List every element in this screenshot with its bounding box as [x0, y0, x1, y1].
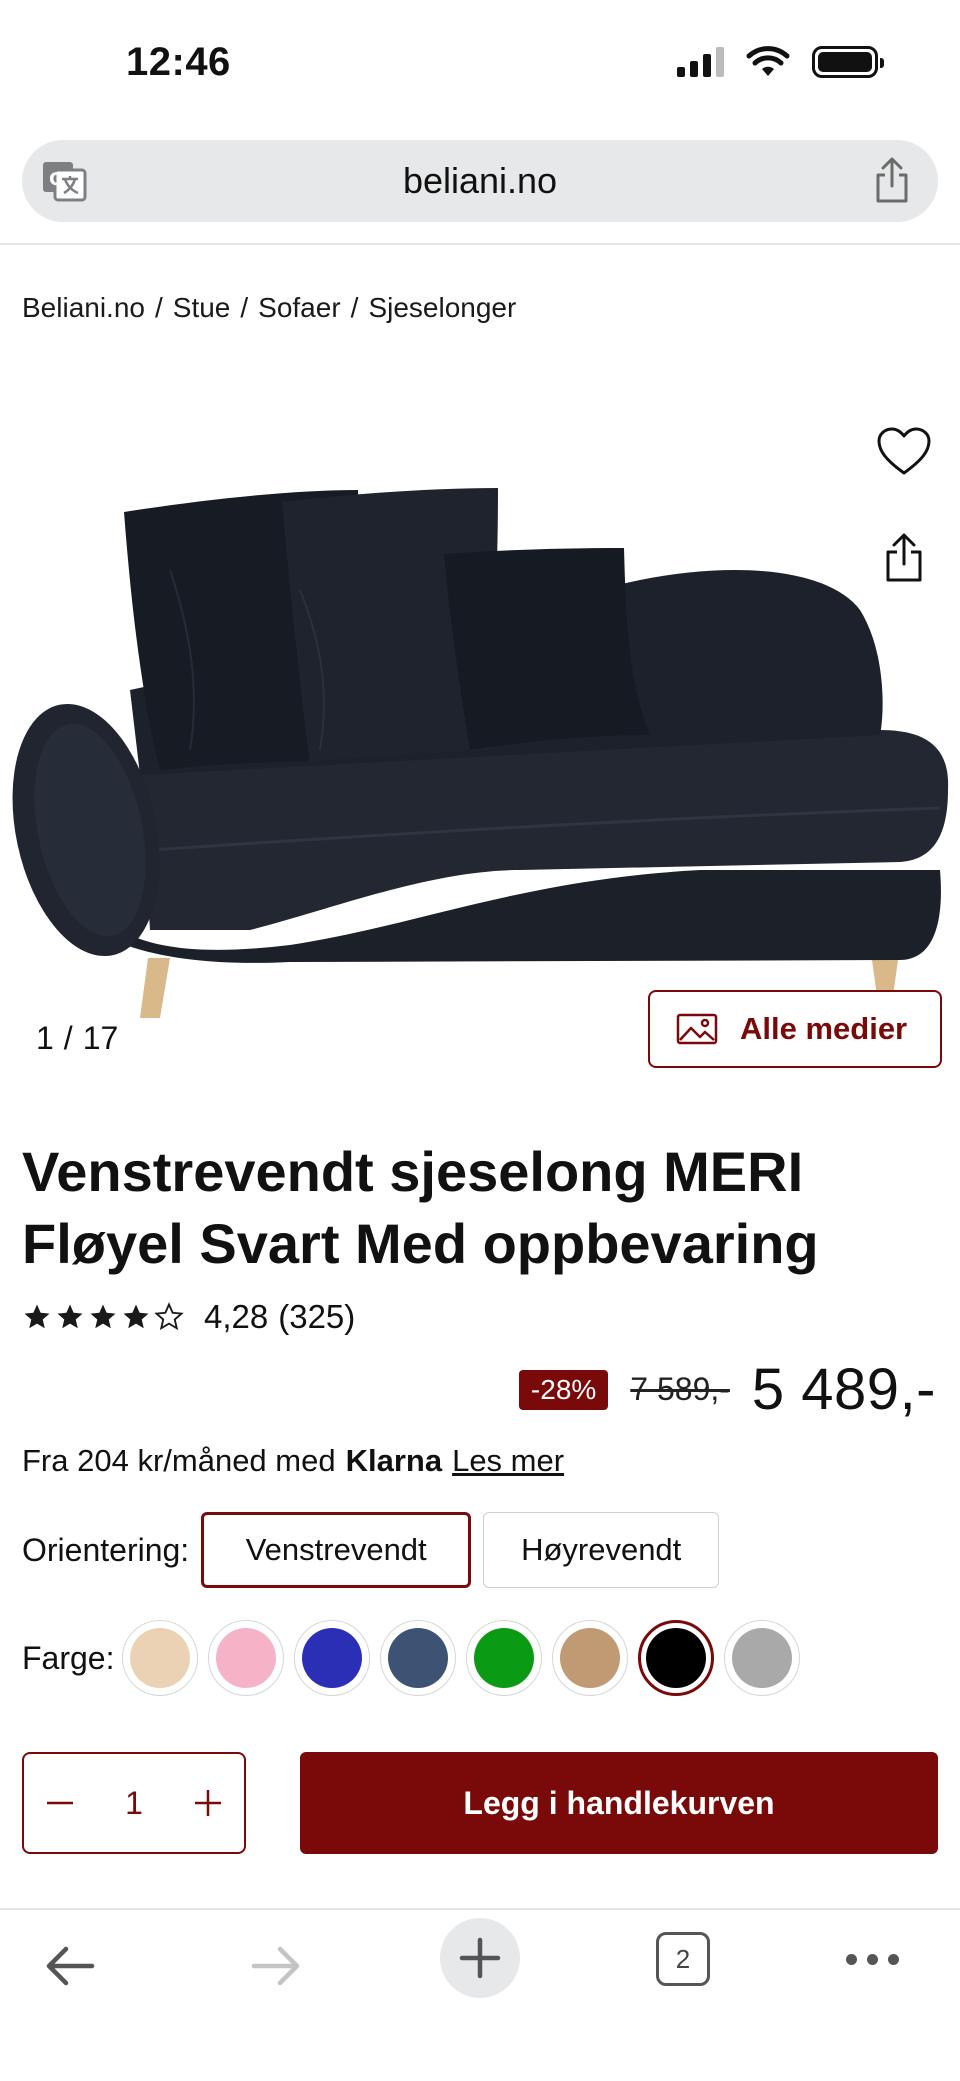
star-empty-icon: [154, 1302, 184, 1331]
color-swatch[interactable]: [208, 1620, 285, 1696]
share-icon[interactable]: [872, 156, 912, 204]
color-swatch[interactable]: [638, 1620, 715, 1696]
breadcrumb-item-home[interactable]: Beliani.no: [22, 292, 145, 324]
status-icons: [677, 46, 884, 78]
color-swatches: [122, 1620, 801, 1696]
rating-value: 4,28: [204, 1298, 269, 1335]
product-image[interactable]: [0, 390, 960, 1030]
color-swatch-fill: [388, 1628, 449, 1688]
sofa-leg: [140, 958, 170, 1018]
address-bar[interactable]: G beliani.no: [22, 140, 938, 222]
product-gallery[interactable]: 1 / 17 Alle medier: [0, 390, 960, 1090]
color-swatch-fill: [646, 1628, 707, 1688]
old-price: 7 589,-: [630, 1371, 730, 1407]
wifi-icon: [746, 46, 790, 76]
minus-icon: [47, 1801, 73, 1805]
battery-icon: [812, 46, 884, 78]
add-to-cart-button[interactable]: Legg i handlekurven: [300, 1752, 938, 1854]
orientation-selector: Orientering: Venstrevendt Høyrevendt: [22, 1512, 720, 1588]
breadcrumb-separator: /: [240, 292, 249, 323]
klarna-logo: Klarna: [345, 1443, 443, 1478]
breadcrumb-item-sofaer[interactable]: Sofaer: [258, 292, 341, 324]
color-swatch[interactable]: [724, 1620, 801, 1696]
quantity-value[interactable]: 1: [125, 1785, 143, 1822]
color-swatch[interactable]: [466, 1620, 543, 1696]
divider: [0, 243, 960, 245]
product-title: Venstrevendt sjeselong MERI Fløyel Svart…: [22, 1140, 819, 1275]
new-tab-button[interactable]: [440, 1918, 520, 1998]
color-selector: Farge:: [22, 1620, 801, 1696]
color-swatch-fill: [474, 1628, 535, 1688]
gallery-current: 1: [36, 1020, 54, 1056]
star-full-icon: [57, 1304, 83, 1329]
star-full-icon: [90, 1304, 116, 1329]
url-text[interactable]: beliani.no: [22, 160, 938, 202]
gallery-total: 17: [82, 1020, 119, 1056]
gallery-counter: 1 / 17: [36, 1020, 118, 1057]
breadcrumb-separator: /: [154, 292, 163, 323]
color-swatch-fill: [216, 1628, 277, 1688]
color-swatch-fill: [130, 1628, 191, 1688]
current-price: 5 489,-: [751, 1357, 936, 1422]
product-rating[interactable]: 4,28 (325): [22, 1298, 355, 1336]
review-count[interactable]: (325): [278, 1298, 355, 1336]
browser-toolbar: 2: [0, 1910, 960, 2081]
color-swatch[interactable]: [380, 1620, 457, 1696]
klarna-text: Fra 204 kr/måned med: [22, 1443, 336, 1478]
breadcrumb-item-stue[interactable]: Stue: [173, 292, 231, 324]
all-media-label: Alle medier: [740, 1011, 908, 1046]
all-media-button[interactable]: Alle medier: [648, 990, 942, 1068]
increase-quantity-button[interactable]: [188, 1783, 228, 1823]
gallery-separator: /: [63, 1020, 73, 1056]
price-row: -28% 7 589,- 5 489,-: [518, 1356, 936, 1423]
star-full-icon: [24, 1304, 50, 1329]
klarna-financing: Fra 204 kr/måned med Klarna Les mer: [22, 1443, 564, 1479]
color-swatch[interactable]: [122, 1620, 199, 1696]
discount-badge: -28%: [518, 1369, 609, 1410]
back-arrow-icon[interactable]: [42, 1938, 98, 1994]
orientation-option-left[interactable]: Venstrevendt: [201, 1512, 472, 1588]
rating-stars: [22, 1302, 184, 1332]
quantity-stepper: 1: [22, 1752, 246, 1854]
plus-icon: [194, 1790, 221, 1816]
heart-icon[interactable]: [876, 426, 932, 478]
cellular-signal-icon: [677, 47, 724, 77]
plus-icon: [459, 1937, 501, 1979]
share-icon[interactable]: [882, 532, 926, 584]
orientation-option-right[interactable]: Høyrevendt: [483, 1512, 720, 1588]
color-swatch[interactable]: [294, 1620, 371, 1696]
status-time: 12:46: [126, 40, 231, 84]
forward-arrow-icon[interactable]: [248, 1938, 304, 1994]
breadcrumb-item-sjeselonger[interactable]: Sjeselonger: [368, 292, 516, 324]
image-icon: [676, 1013, 718, 1045]
star-full-icon: [123, 1304, 149, 1329]
color-swatch-fill: [302, 1628, 363, 1688]
color-swatch-fill: [560, 1628, 621, 1688]
tabs-button[interactable]: 2: [656, 1932, 710, 1986]
more-icon[interactable]: [846, 1954, 899, 1965]
color-swatch[interactable]: [552, 1620, 629, 1696]
color-label: Farge:: [22, 1639, 115, 1676]
orientation-label: Orientering:: [22, 1531, 190, 1568]
breadcrumb-separator: /: [350, 292, 359, 323]
color-swatch-fill: [732, 1628, 793, 1688]
breadcrumb: Beliani.no / Stue / Sofaer / Sjeselonger: [22, 292, 516, 324]
status-bar: 12:46: [0, 0, 960, 130]
decrease-quantity-button[interactable]: [40, 1783, 80, 1823]
klarna-read-more-link[interactable]: Les mer: [452, 1443, 564, 1479]
